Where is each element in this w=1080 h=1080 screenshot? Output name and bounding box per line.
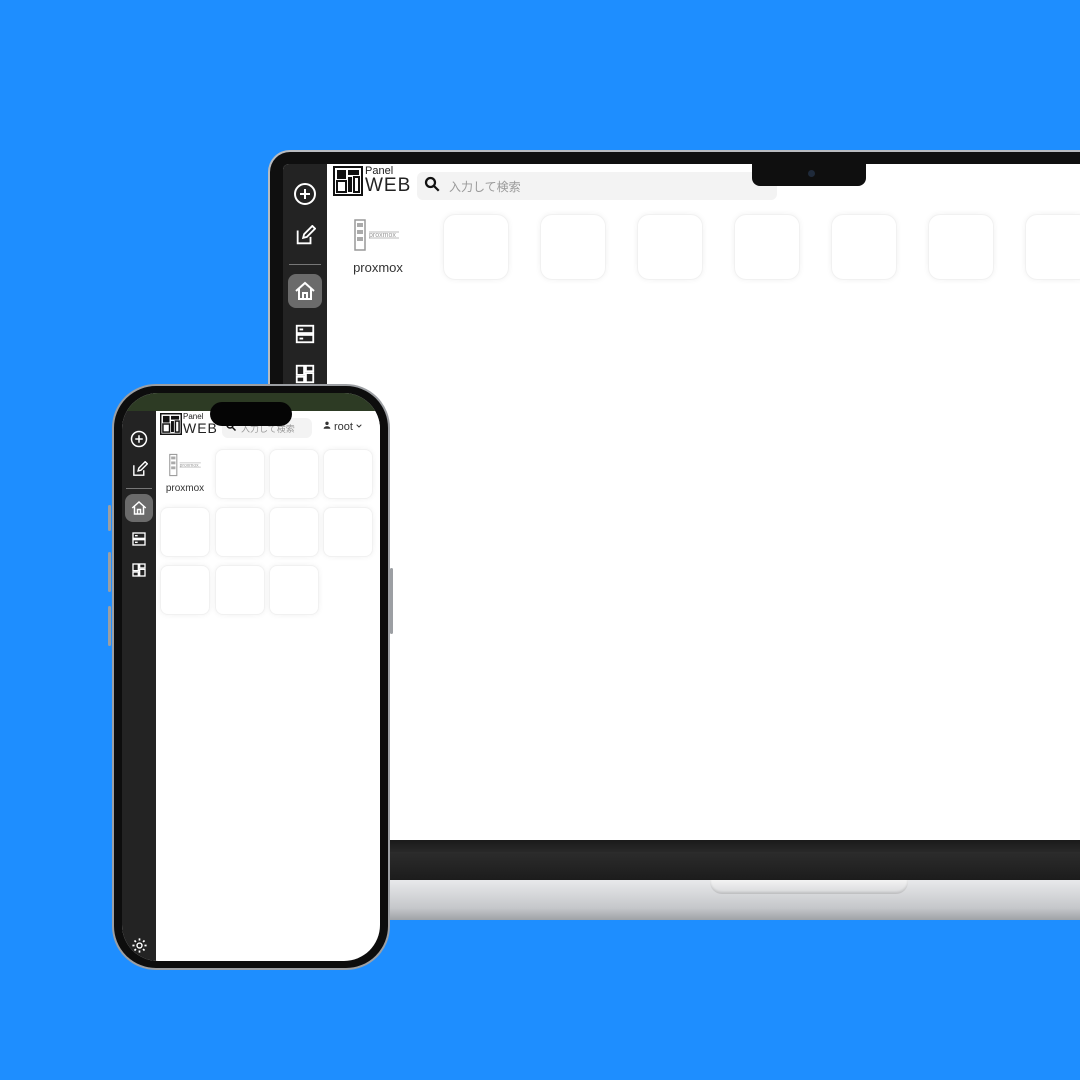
search-placeholder: 入力して検索 — [449, 179, 521, 194]
add-circle-icon — [130, 430, 148, 448]
search-icon — [423, 175, 441, 198]
app-tile-empty[interactable] — [443, 214, 509, 280]
home-button[interactable] — [288, 274, 322, 308]
app-tile-proxmox[interactable]: proxmox proxmox — [345, 214, 411, 280]
settings-button[interactable] — [127, 933, 151, 957]
logo-text-web: WEB — [183, 420, 218, 436]
app-tile-empty[interactable] — [160, 507, 210, 557]
app-tile-empty[interactable] — [734, 214, 800, 280]
home-icon — [293, 279, 317, 303]
app-tile-empty[interactable] — [637, 214, 703, 280]
edit-icon — [294, 225, 316, 247]
phone-side-button — [108, 606, 111, 646]
home-icon — [130, 499, 148, 517]
app-tile-empty[interactable] — [269, 507, 319, 557]
laptop-notch — [752, 164, 866, 186]
app-tile-empty[interactable] — [215, 449, 265, 499]
app-label-proxmox: proxmox — [353, 260, 403, 275]
phone-side-button — [390, 568, 393, 634]
chevron-down-icon — [355, 421, 363, 433]
edit-icon — [131, 460, 148, 478]
laptop-thumb-notch — [710, 880, 908, 894]
app-tile-empty[interactable] — [160, 565, 210, 615]
servers-button[interactable] — [125, 525, 153, 553]
app-tile-empty[interactable] — [323, 507, 373, 557]
dashboard-icon — [131, 562, 147, 578]
server-icon — [131, 531, 147, 547]
dashboard-icon — [294, 363, 316, 385]
phone-screen: Panel WEB 入力して検索 root proxmox proxmox — [122, 393, 380, 961]
user-icon — [322, 420, 332, 433]
panelweb-logo[interactable]: Panel WEB — [160, 413, 218, 440]
add-circle-icon — [293, 182, 317, 206]
proxmox-app-icon: proxmox — [353, 218, 403, 257]
app-label-proxmox: proxmox — [165, 483, 205, 494]
svg-text:proxmox: proxmox — [369, 232, 396, 239]
phone-side-button — [108, 552, 111, 592]
app-tile-empty[interactable] — [928, 214, 994, 280]
dashboard-button[interactable] — [125, 556, 153, 584]
settings-icon — [131, 937, 148, 954]
header: Panel WEB 入力して検索 — [327, 164, 1080, 208]
logo-grid-icon — [160, 413, 182, 440]
app-tile-proxmox[interactable]: proxmox proxmox — [160, 449, 210, 499]
user-menu[interactable]: root — [322, 420, 363, 433]
svg-text:proxmox: proxmox — [180, 462, 199, 468]
sidebar-divider — [126, 488, 152, 489]
app-tile-empty[interactable] — [323, 449, 373, 499]
app-tile-empty[interactable] — [269, 449, 319, 499]
laptop-screen: Panel WEB 入力して検索 proxmox proxmox — [283, 164, 1080, 840]
app-tile-empty[interactable] — [831, 214, 897, 280]
app-tile-empty[interactable] — [269, 565, 319, 615]
sidebar — [122, 411, 156, 961]
sidebar-divider — [289, 264, 321, 265]
servers-button[interactable] — [289, 318, 321, 350]
camera-icon — [808, 170, 815, 177]
logo-text-web: WEB — [365, 175, 412, 196]
app-tile-empty[interactable] — [540, 214, 606, 280]
proxmox-app-icon: proxmox — [168, 453, 204, 482]
add-button[interactable] — [125, 425, 153, 453]
phone-side-button — [108, 505, 111, 531]
app-tile-empty[interactable] — [1025, 214, 1080, 280]
home-button[interactable] — [125, 494, 153, 522]
edit-button[interactable] — [125, 455, 153, 483]
edit-button[interactable] — [289, 220, 321, 252]
panelweb-logo[interactable]: Panel WEB — [333, 166, 411, 201]
add-button[interactable] — [289, 178, 321, 210]
app-tile-empty[interactable] — [215, 507, 265, 557]
user-name: root — [334, 420, 353, 433]
dynamic-island — [210, 402, 292, 426]
search-input[interactable]: 入力して検索 — [417, 172, 777, 200]
server-icon — [294, 323, 316, 345]
logo-grid-icon — [333, 166, 363, 201]
app-tile-empty[interactable] — [215, 565, 265, 615]
